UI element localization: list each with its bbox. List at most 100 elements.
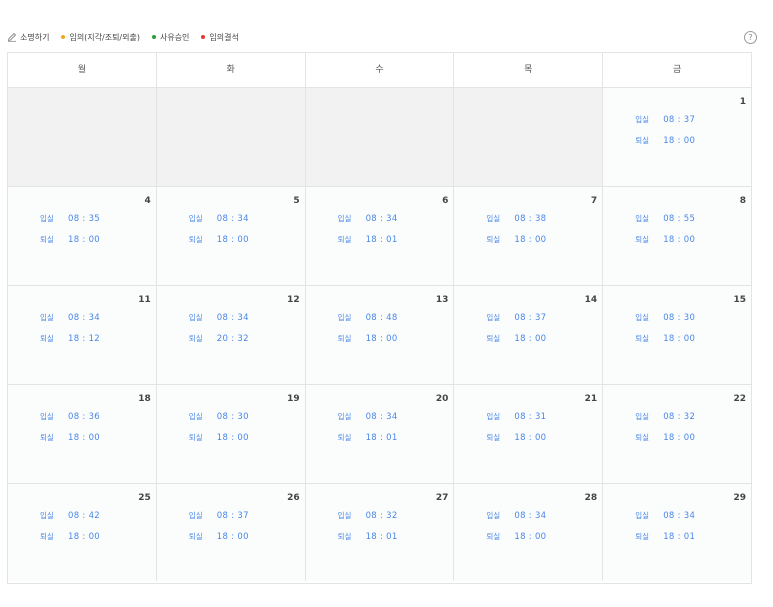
calendar-day[interactable]: 7 입실 08 : 38 퇴실 18 : 00 — [454, 187, 604, 285]
calendar-day-empty — [305, 88, 455, 186]
check-in-record: 입실 08 : 37 — [635, 114, 695, 125]
check-out-label: 퇴실 — [635, 235, 649, 244]
date-number: 19 — [287, 394, 300, 404]
check-in-label: 입실 — [40, 214, 54, 223]
check-out-label: 퇴실 — [486, 532, 501, 541]
check-in-record: 입실 08 : 30 — [189, 411, 249, 422]
calendar-day[interactable]: 11 입실 08 : 34 퇴실 18 : 12 — [8, 286, 157, 384]
check-in-label: 입실 — [486, 412, 501, 421]
calendar-day[interactable]: 8 입실 08 : 55 퇴실 18 : 00 — [603, 187, 751, 285]
check-out-record: 퇴실 18 : 00 — [40, 432, 100, 443]
check-in-time: 08 : 35 — [68, 214, 100, 224]
check-out-label: 퇴실 — [40, 334, 54, 343]
legend-lateness: 임의(지각/조퇴/외출) — [61, 32, 140, 43]
check-out-label: 퇴실 — [40, 235, 54, 244]
calendar-day[interactable]: 26 입실 08 : 37 퇴실 18 : 00 — [156, 484, 306, 581]
date-number: 28 — [584, 493, 598, 503]
check-out-record: 퇴실 18 : 01 — [338, 234, 398, 245]
date-number: 26 — [287, 493, 300, 503]
check-in-time: 08 : 34 — [514, 511, 547, 521]
help-icon[interactable]: ? — [744, 31, 757, 44]
weekday-mon: 월 — [8, 53, 157, 87]
date-number: 12 — [287, 295, 300, 305]
check-in-label: 입실 — [337, 214, 352, 223]
calendar-body: 1 입실 08 : 37 퇴실 18 : 00 4 입실 08 : 35 퇴실 18 : 00 5 입… — [8, 88, 751, 581]
calendar-day[interactable]: 12 입실 08 : 34 퇴실 20 : 32 — [156, 286, 306, 384]
check-out-label: 퇴실 — [635, 334, 649, 343]
check-out-record: 퇴실 20 : 32 — [189, 333, 249, 344]
check-out-label: 퇴실 — [486, 235, 501, 244]
check-out-label: 퇴실 — [337, 235, 352, 244]
check-out-time: 18 : 01 — [365, 235, 398, 245]
date-number: 4 — [144, 196, 151, 206]
calendar-day[interactable]: 25 입실 08 : 42 퇴실 18 : 00 — [8, 484, 157, 581]
calendar-day[interactable]: 5 입실 08 : 34 퇴실 18 : 00 — [156, 187, 306, 285]
check-in-time: 08 : 37 — [663, 115, 696, 125]
check-in-time: 08 : 36 — [68, 412, 100, 422]
check-in-label: 입실 — [635, 412, 649, 421]
check-out-time: 18 : 00 — [663, 334, 696, 344]
explain-button[interactable]: 소명하기 — [7, 32, 49, 43]
check-out-label: 퇴실 — [188, 334, 203, 343]
check-in-time: 08 : 34 — [365, 214, 398, 224]
check-out-time: 18 : 01 — [365, 433, 398, 443]
check-in-time: 08 : 34 — [68, 313, 100, 323]
check-out-label: 퇴실 — [635, 532, 649, 541]
date-number: 5 — [293, 196, 300, 206]
calendar-day[interactable]: 28 입실 08 : 34 퇴실 18 : 00 — [454, 484, 604, 581]
legend-label: 사유승인 — [159, 32, 190, 42]
calendar-day[interactable]: 20 입실 08 : 34 퇴실 18 : 01 — [305, 385, 455, 483]
check-out-record: 퇴실 18 : 01 — [635, 531, 695, 542]
calendar-day[interactable]: 6 입실 08 : 34 퇴실 18 : 01 — [305, 187, 455, 285]
check-in-time: 08 : 30 — [663, 313, 696, 323]
check-in-record: 입실 08 : 48 — [338, 312, 398, 323]
check-in-record: 입실 08 : 55 — [635, 213, 695, 224]
check-out-time: 18 : 01 — [365, 532, 398, 542]
calendar-day[interactable]: 13 입실 08 : 48 퇴실 18 : 00 — [305, 286, 455, 384]
check-out-label: 퇴실 — [337, 433, 352, 442]
check-out-time: 18 : 00 — [514, 532, 547, 542]
check-out-label: 퇴실 — [188, 433, 203, 442]
check-out-time: 18 : 00 — [365, 334, 398, 344]
date-number: 11 — [138, 295, 151, 305]
pencil-icon — [7, 32, 17, 42]
check-out-label: 퇴실 — [635, 433, 649, 442]
check-out-label: 퇴실 — [188, 532, 203, 541]
calendar-day[interactable]: 22 입실 08 : 32 퇴실 18 : 00 — [603, 385, 751, 483]
check-out-record: 퇴실 18 : 12 — [40, 333, 100, 344]
check-out-record: 퇴실 18 : 00 — [486, 432, 546, 443]
weekday-header: 월 화 수 목 금 — [8, 53, 751, 88]
weekday-tue: 화 — [157, 53, 306, 87]
calendar-day-empty — [156, 88, 306, 186]
check-in-record: 입실 08 : 31 — [486, 411, 546, 422]
attendance-calendar: 월 화 수 목 금 1 입실 08 : 37 퇴실 18 : 00 4 입실 08 : 35 퇴… — [7, 52, 752, 584]
calendar-day[interactable]: 21 입실 08 : 31 퇴실 18 : 00 — [454, 385, 604, 483]
calendar-day[interactable]: 14 입실 08 : 37 퇴실 18 : 00 — [454, 286, 604, 384]
check-out-record: 퇴실 18 : 01 — [338, 432, 398, 443]
check-out-record: 퇴실 18 : 00 — [486, 234, 546, 245]
check-in-time: 08 : 30 — [216, 412, 249, 422]
date-number: 20 — [435, 394, 449, 404]
weekday-wed: 수 — [306, 53, 455, 87]
calendar-day[interactable]: 29 입실 08 : 34 퇴실 18 : 01 — [603, 484, 751, 581]
calendar-day[interactable]: 15 입실 08 : 30 퇴실 18 : 00 — [603, 286, 751, 384]
check-in-label: 입실 — [635, 115, 649, 124]
check-out-label: 퇴실 — [40, 532, 54, 541]
calendar-day[interactable]: 1 입실 08 : 37 퇴실 18 : 00 — [603, 88, 751, 186]
check-in-time: 08 : 32 — [663, 412, 696, 422]
check-out-time: 18 : 00 — [216, 532, 249, 542]
calendar-day[interactable]: 4 입실 08 : 35 퇴실 18 : 00 — [8, 187, 157, 285]
check-in-time: 08 : 37 — [514, 313, 547, 323]
check-in-record: 입실 08 : 34 — [338, 411, 398, 422]
check-in-time: 08 : 34 — [663, 511, 696, 521]
calendar-day[interactable]: 18 입실 08 : 36 퇴실 18 : 00 — [8, 385, 157, 483]
check-in-time: 08 : 48 — [365, 313, 398, 323]
calendar-week: 18 입실 08 : 36 퇴실 18 : 00 19 입실 08 : 30 퇴실 18 : 00… — [8, 385, 751, 484]
check-out-time: 18 : 00 — [663, 433, 696, 443]
calendar-day[interactable]: 19 입실 08 : 30 퇴실 18 : 00 — [156, 385, 306, 483]
calendar-day[interactable]: 27 입실 08 : 32 퇴실 18 : 01 — [305, 484, 455, 581]
check-in-label: 입실 — [635, 214, 649, 223]
date-number: 25 — [138, 493, 151, 503]
toolbar: 소명하기 임의(지각/조퇴/외출) 사유승인 임의결석 ? — [7, 29, 757, 45]
check-in-label: 입실 — [188, 214, 203, 223]
